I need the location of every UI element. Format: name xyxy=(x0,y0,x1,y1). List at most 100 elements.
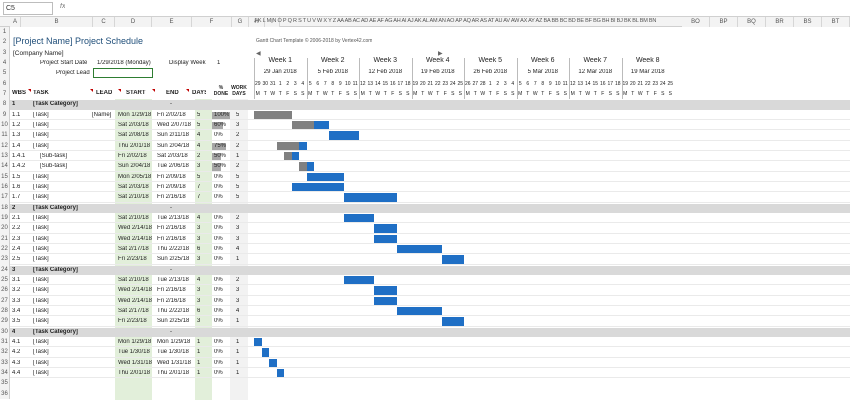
column-header-bo[interactable]: BO xyxy=(682,17,710,27)
row-header[interactable]: 19 xyxy=(0,212,10,224)
column-header-bt[interactable]: BT xyxy=(822,17,850,27)
percent-done-cell[interactable]: 0% xyxy=(214,339,223,345)
row-header[interactable]: 2 xyxy=(0,37,10,48)
start-cell[interactable]: Fri 2/23/18 xyxy=(118,318,147,324)
percent-done-cell[interactable]: 50% xyxy=(214,153,226,159)
category-title[interactable]: [Task Category] xyxy=(33,101,78,107)
start-cell[interactable]: Sat 2/08/18 xyxy=(118,132,149,138)
category-title[interactable]: [Task Category] xyxy=(33,267,78,273)
row-header[interactable]: 8 xyxy=(0,99,10,110)
column-header-a[interactable]: A xyxy=(10,17,21,27)
start-cell[interactable]: Thu 2/01/18 xyxy=(118,143,150,149)
column-header-f[interactable]: F xyxy=(192,17,232,27)
project-start-value[interactable]: 1/29/2018 (Monday) xyxy=(97,60,151,66)
task-name[interactable]: [Task] xyxy=(33,349,49,355)
task-name[interactable]: [Task] xyxy=(33,246,49,252)
row-header[interactable]: 29 xyxy=(0,316,10,327)
row-header[interactable]: 17 xyxy=(0,192,10,203)
row-header[interactable]: 9 xyxy=(0,109,10,120)
task-name[interactable]: [Task] xyxy=(33,122,49,128)
column-header-c[interactable]: C xyxy=(93,17,115,27)
row-header[interactable]: 36 xyxy=(0,388,10,399)
row-header[interactable]: 23 xyxy=(0,254,10,265)
row-header[interactable]: 12 xyxy=(0,140,10,151)
row-header[interactable]: 13 xyxy=(0,150,10,162)
task-name[interactable]: [Task] xyxy=(33,143,49,149)
name-box[interactable]: C5 xyxy=(3,2,53,15)
task-name[interactable]: [Task] xyxy=(33,277,49,283)
row-header[interactable]: 6 xyxy=(0,78,10,89)
row-header[interactable]: 18 xyxy=(0,202,10,213)
start-cell[interactable]: Tue 1/30/18 xyxy=(118,349,150,355)
percent-done-cell[interactable]: 0% xyxy=(214,225,223,231)
row-header[interactable]: 24 xyxy=(0,264,10,275)
start-cell[interactable]: Fri 2/02/18 xyxy=(118,153,147,159)
start-cell[interactable]: Sat 2/03/18 xyxy=(118,122,149,128)
row-header[interactable]: 1 xyxy=(0,27,10,38)
task-name[interactable]: [Task] xyxy=(33,132,49,138)
column-header-bs[interactable]: BS xyxy=(794,17,822,27)
percent-done-cell[interactable]: 0% xyxy=(214,308,223,314)
lead-cell[interactable]: [Name] xyxy=(92,112,111,118)
fx-icon[interactable]: fx xyxy=(60,3,65,10)
task-name[interactable]: [Task] xyxy=(33,360,49,366)
column-header-br[interactable]: BR xyxy=(766,17,794,27)
percent-done-cell[interactable]: 100% xyxy=(214,112,229,118)
task-name[interactable]: [Task] xyxy=(33,112,49,118)
row-header[interactable]: 35 xyxy=(0,378,10,389)
task-name[interactable]: [Task] xyxy=(33,194,49,200)
start-cell[interactable]: Thu 2/01/18 xyxy=(118,370,150,376)
start-cell[interactable]: Sat 2/10/18 xyxy=(118,194,149,200)
percent-done-cell[interactable]: 0% xyxy=(214,277,223,283)
task-name[interactable]: [Sub-task] xyxy=(40,153,67,159)
row-header[interactable]: 28 xyxy=(0,305,10,317)
column-header-d[interactable]: D xyxy=(115,17,152,27)
row-header[interactable]: 7 xyxy=(0,88,10,100)
percent-done-cell[interactable]: 0% xyxy=(214,215,223,221)
percent-done-cell[interactable]: 0% xyxy=(214,349,223,355)
start-cell[interactable]: Sun 2/04/18 xyxy=(118,163,150,169)
row-header[interactable]: 31 xyxy=(0,336,10,348)
row-header[interactable]: 32 xyxy=(0,347,10,358)
row-header[interactable]: 16 xyxy=(0,181,10,193)
row-header[interactable]: 5 xyxy=(0,68,10,79)
task-name[interactable]: [Task] xyxy=(33,308,49,314)
row-header[interactable]: 26 xyxy=(0,285,10,296)
start-cell[interactable]: Wed 1/31/18 xyxy=(118,360,152,366)
percent-done-cell[interactable]: 75% xyxy=(214,143,226,149)
task-name[interactable]: [Sub-task] xyxy=(40,163,67,169)
row-header[interactable]: 22 xyxy=(0,243,10,255)
percent-done-cell[interactable]: 0% xyxy=(214,360,223,366)
start-cell[interactable]: Sat 2/17/18 xyxy=(118,308,149,314)
percent-done-cell[interactable]: 0% xyxy=(214,174,223,180)
percent-done-cell[interactable]: 0% xyxy=(214,194,223,200)
category-title[interactable]: [Task Category] xyxy=(33,205,78,211)
start-cell[interactable]: Wed 2/14/18 xyxy=(118,225,152,231)
start-cell[interactable]: Wed 2/14/18 xyxy=(118,287,152,293)
scroll-left-icon[interactable]: ◀ xyxy=(256,50,261,57)
start-cell[interactable]: Mon 1/29/18 xyxy=(118,339,151,345)
column-header-bp[interactable]: BP xyxy=(710,17,738,27)
task-name[interactable]: [Task] xyxy=(33,256,49,262)
start-cell[interactable]: Sat 2/03/18 xyxy=(118,184,149,190)
start-cell[interactable]: Wed 2/14/18 xyxy=(118,236,152,242)
start-cell[interactable]: Mon 2/05/18 xyxy=(118,174,151,180)
percent-done-cell[interactable]: 0% xyxy=(214,184,223,190)
start-cell[interactable]: Mon 1/29/18 xyxy=(118,112,151,118)
start-cell[interactable]: Fri 2/23/18 xyxy=(118,256,147,262)
percent-done-cell[interactable]: 0% xyxy=(214,236,223,242)
column-header-b[interactable]: B xyxy=(21,17,93,27)
percent-done-cell[interactable]: 60% xyxy=(214,122,226,128)
percent-done-cell[interactable]: 50% xyxy=(214,163,226,169)
column-header-e[interactable]: E xyxy=(152,17,192,27)
row-header[interactable]: 11 xyxy=(0,130,10,141)
task-name[interactable]: [Task] xyxy=(33,225,49,231)
task-name[interactable]: [Task] xyxy=(33,215,49,221)
percent-done-cell[interactable]: 0% xyxy=(214,287,223,293)
row-header[interactable]: 33 xyxy=(0,357,10,368)
percent-done-cell[interactable]: 0% xyxy=(214,318,223,324)
row-header[interactable]: 3 xyxy=(0,47,10,58)
row-header[interactable]: 21 xyxy=(0,233,10,244)
row-header[interactable]: 34 xyxy=(0,367,10,379)
column-header-g[interactable]: G xyxy=(232,17,249,27)
